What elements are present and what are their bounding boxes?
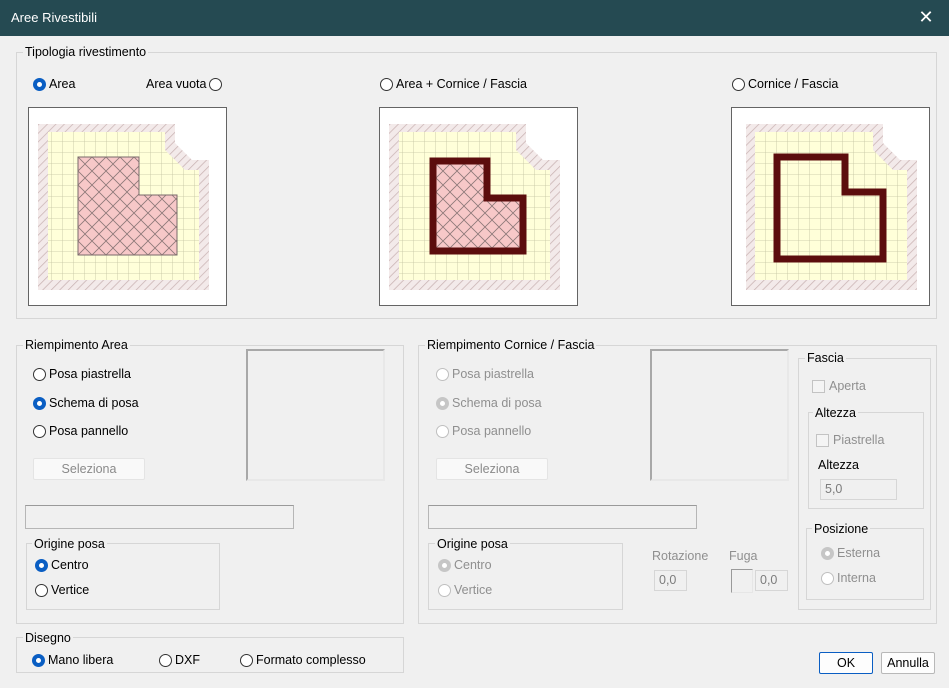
radio-formato-complesso-indicator [240,653,253,667]
origine-posa-area-group [26,543,220,610]
radio-cornice-origine-centro[interactable]: Centro [438,558,492,572]
aperta-checkbox[interactable]: Aperta [812,379,866,393]
radio-origine-centro-indicator [35,558,48,572]
origine-posa-area-legend: Origine posa [32,537,107,551]
radio-area-label: Area [49,77,76,91]
origine-posa-cornice-legend: Origine posa [435,537,510,551]
radio-mano-libera[interactable]: Mano libera [32,653,113,667]
radio-posa-piastrella-indicator [33,367,46,381]
radio-area-cornice[interactable]: Area + Cornice / Fascia [380,77,527,91]
ok-button[interactable]: OK [819,652,873,674]
radio-posa-pannello[interactable]: Posa pannello [33,424,128,438]
radio-mano-libera-indicator [32,653,45,667]
cornice-preview-box [650,349,789,481]
radio-cornice-schema-di-posa-label: Schema di posa [452,396,542,410]
radio-cornice-origine-centro-indicator [438,558,451,572]
radio-cornice-posa-pannello[interactable]: Posa pannello [436,424,531,438]
aperta-checkbox-label: Aperta [829,379,866,393]
radio-cornice-posa-piastrella-label: Posa piastrella [452,367,534,381]
tipologia-legend: Tipologia rivestimento [23,45,149,59]
radio-schema-di-posa[interactable]: Schema di posa [33,396,139,410]
radio-area-vuota-indicator [209,77,223,91]
radio-cornice-posa-piastrella[interactable]: Posa piastrella [436,367,534,381]
posizione-legend: Posizione [812,522,871,536]
radio-origine-centro[interactable]: Centro [35,558,89,572]
fascia-legend: Fascia [805,351,846,365]
riempimento-area-legend: Riempimento Area [23,338,130,352]
altezza-legend: Altezza [813,406,858,420]
radio-origine-vertice-indicator [35,583,48,597]
radio-formato-complesso-label: Formato complesso [256,653,366,667]
cornice-pattern-name-field [428,505,697,529]
fuga-color-swatch[interactable] [731,569,753,593]
title-bar: Aree Rivestibili ✕ [0,0,949,36]
preview-area-cornice [379,107,578,306]
radio-interna[interactable]: Interna [821,571,876,585]
rotazione-label: Rotazione [652,549,709,563]
close-icon[interactable]: ✕ [903,0,949,36]
area-preview-box [246,349,385,481]
radio-origine-vertice-label: Vertice [51,583,90,597]
aperta-checkbox-box [812,379,825,393]
riempimento-cornice-legend: Riempimento Cornice / Fascia [425,338,597,352]
area-pattern-name-field [25,505,294,529]
radio-esterna-label: Esterna [837,546,881,560]
radio-area[interactable]: Area [33,77,75,91]
cancel-button[interactable]: Annulla [881,652,935,674]
radio-cornice-posa-pannello-label: Posa pannello [452,424,532,438]
radio-dxf-indicator [159,653,172,667]
radio-cornice[interactable]: Cornice / Fascia [732,77,838,91]
radio-area-vuota[interactable]: Area vuota [146,77,225,91]
fuga-label: Fuga [729,549,758,563]
radio-cornice-origine-vertice-indicator [438,583,451,597]
radio-cornice-origine-centro-label: Centro [454,558,492,572]
radio-cornice-posa-piastrella-indicator [436,367,449,381]
posizione-group [806,528,924,600]
origine-posa-cornice-group [428,543,623,610]
piastrella-checkbox[interactable]: Piastrella [816,433,884,447]
radio-dxf-label: DXF [175,653,200,667]
radio-interna-label: Interna [837,571,876,585]
seleziona-cornice-button[interactable]: Seleziona [436,458,548,480]
radio-posa-pannello-label: Posa pannello [49,424,129,438]
radio-formato-complesso[interactable]: Formato complesso [240,653,366,667]
radio-cornice-origine-vertice[interactable]: Vertice [438,583,492,597]
radio-posa-pannello-indicator [33,424,46,438]
altezza-label: Altezza [818,458,859,472]
piastrella-checkbox-label: Piastrella [833,433,885,447]
fuga-field[interactable]: 0,0 [755,570,788,591]
radio-posa-piastrella[interactable]: Posa piastrella [33,367,131,381]
radio-cornice-indicator [732,77,745,91]
radio-schema-di-posa-label: Schema di posa [49,396,139,410]
radio-area-cornice-label: Area + Cornice / Fascia [396,77,527,91]
preview-cornice [731,107,930,306]
radio-area-vuota-label: Area vuota [146,77,207,91]
window-title: Aree Rivestibili [11,10,97,25]
radio-cornice-schema-di-posa-indicator [436,396,449,410]
radio-area-indicator [33,77,46,91]
disegno-legend: Disegno [23,631,73,645]
radio-area-cornice-indicator [380,77,393,91]
radio-cornice-posa-pannello-indicator [436,424,449,438]
radio-dxf[interactable]: DXF [159,653,200,667]
radio-cornice-origine-vertice-label: Vertice [454,583,493,597]
radio-esterna-indicator [821,546,834,560]
radio-schema-di-posa-indicator [33,396,46,410]
radio-cornice-schema-di-posa[interactable]: Schema di posa [436,396,542,410]
altezza-field[interactable]: 5,0 [820,479,897,500]
radio-interna-indicator [821,571,834,585]
seleziona-area-button[interactable]: Seleziona [33,458,145,480]
radio-esterna[interactable]: Esterna [821,546,880,560]
radio-mano-libera-label: Mano libera [48,653,114,667]
radio-origine-vertice[interactable]: Vertice [35,583,89,597]
radio-origine-centro-label: Centro [51,558,89,572]
preview-area [28,107,227,306]
radio-posa-piastrella-label: Posa piastrella [49,367,131,381]
rotazione-field[interactable]: 0,0 [654,570,687,591]
radio-cornice-label: Cornice / Fascia [748,77,839,91]
piastrella-checkbox-box [816,433,829,447]
